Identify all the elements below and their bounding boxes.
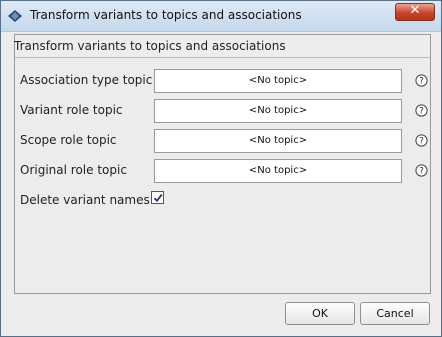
panel-title: Transform variants to topics and associa… xyxy=(14,35,430,58)
original-role-topic-button[interactable]: <No topic> xyxy=(154,159,402,183)
window-title: Transform variants to topics and associa… xyxy=(30,8,302,22)
help-icon[interactable]: ? xyxy=(415,74,428,87)
delete-variants-label: Delete variant names xyxy=(20,193,150,207)
scope-role-label: Scope role topic xyxy=(20,133,117,147)
ok-button[interactable]: OK xyxy=(285,302,355,325)
delete-variants-checkbox[interactable] xyxy=(151,191,164,204)
svg-text:?: ? xyxy=(419,137,424,147)
variant-role-label: Variant role topic xyxy=(20,103,123,117)
title-bar[interactable]: Transform variants to topics and associa… xyxy=(1,1,441,32)
association-type-label: Association type topic xyxy=(20,73,153,87)
svg-text:?: ? xyxy=(419,77,424,87)
svg-text:?: ? xyxy=(419,107,424,117)
original-role-label: Original role topic xyxy=(20,163,127,177)
association-type-topic-button[interactable]: <No topic> xyxy=(154,69,402,93)
close-icon: ✕ xyxy=(409,3,421,18)
checkmark-icon xyxy=(153,193,163,203)
scope-role-topic-button[interactable]: <No topic> xyxy=(154,129,402,153)
diamond-icon xyxy=(8,10,22,22)
close-button[interactable]: ✕ xyxy=(395,3,435,21)
help-icon[interactable]: ? xyxy=(415,164,428,177)
form-panel: Transform variants to topics and associa… xyxy=(14,34,431,294)
variant-role-topic-button[interactable]: <No topic> xyxy=(154,99,402,123)
dialog-window: Transform variants to topics and associa… xyxy=(0,0,442,337)
help-icon[interactable]: ? xyxy=(415,104,428,117)
svg-text:?: ? xyxy=(419,167,424,177)
help-icon[interactable]: ? xyxy=(415,134,428,147)
cancel-button[interactable]: Cancel xyxy=(360,302,430,325)
